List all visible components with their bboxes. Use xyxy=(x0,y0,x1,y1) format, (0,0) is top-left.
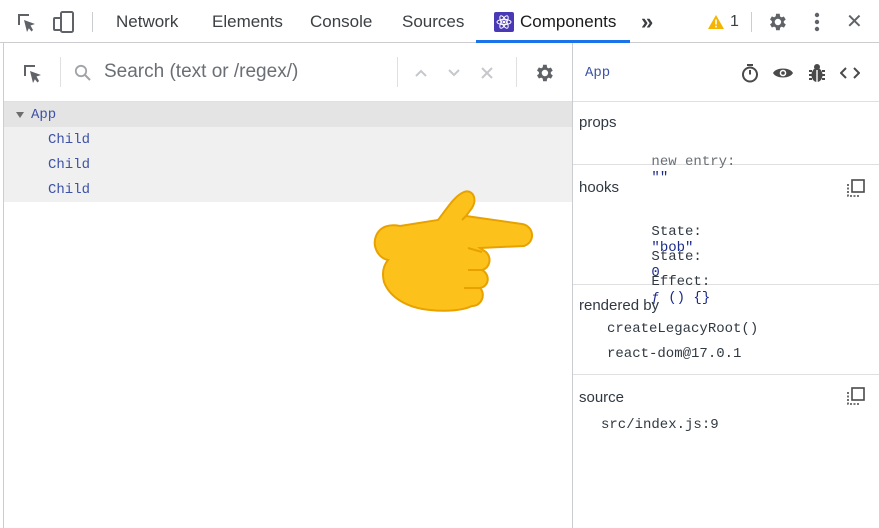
component-search-bar xyxy=(4,43,572,102)
search-input[interactable] xyxy=(104,57,394,87)
select-element-icon[interactable] xyxy=(20,61,44,85)
tab-label: Elements xyxy=(212,11,283,31)
stopwatch-icon[interactable] xyxy=(739,62,761,84)
tab-console[interactable]: Console xyxy=(310,0,372,43)
tab-label: Network xyxy=(116,11,179,31)
more-tabs-label: » xyxy=(641,8,654,34)
renderer-item[interactable]: createLegacyRoot() xyxy=(607,321,758,337)
collapse-triangle-icon[interactable] xyxy=(16,111,24,118)
tab-label: Sources xyxy=(402,11,465,31)
source-location[interactable]: src/index.js:9 xyxy=(601,417,719,433)
bug-icon[interactable] xyxy=(806,62,828,84)
tab-network[interactable]: Network xyxy=(116,0,178,43)
warning-count: 1 xyxy=(730,12,739,30)
warning-icon xyxy=(708,14,724,29)
code-icon[interactable] xyxy=(839,62,861,84)
tree-row-child[interactable]: Child xyxy=(4,127,572,152)
settings-gear-icon[interactable] xyxy=(532,61,556,85)
clear-icon[interactable] xyxy=(475,61,499,85)
tab-label: Components xyxy=(520,11,617,31)
more-tabs-button[interactable]: » xyxy=(641,0,653,43)
tree-row-child[interactable]: Child xyxy=(4,152,572,177)
chevron-up-icon[interactable] xyxy=(409,61,433,85)
inspector-pane: App props new entry: "" hooks State: "bo… xyxy=(573,43,879,528)
chevron-down-icon[interactable] xyxy=(442,61,466,85)
tree-row-app[interactable]: App xyxy=(4,102,572,127)
tab-elements[interactable]: Elements xyxy=(212,0,283,43)
kebab-menu-icon[interactable] xyxy=(805,10,829,34)
close-button[interactable]: ✕ xyxy=(846,0,863,43)
pointing-hand-emoji xyxy=(373,190,533,312)
section-title: props xyxy=(579,114,617,131)
react-logo-icon xyxy=(494,11,514,32)
tab-sources[interactable]: Sources xyxy=(402,0,464,43)
device-toggle-icon[interactable] xyxy=(52,10,76,34)
renderer-item: react-dom@17.0.1 xyxy=(607,346,742,362)
devtools-tab-bar: Network Elements Console Sources Compone… xyxy=(0,0,879,43)
copy-icon[interactable] xyxy=(845,177,867,199)
copy-source-icon[interactable] xyxy=(845,385,867,407)
component-name: Child xyxy=(48,131,91,148)
rendered-by-section: rendered by createLegacyRoot() react-dom… xyxy=(573,285,879,375)
section-title: hooks xyxy=(579,179,620,196)
warnings-button[interactable]: 1 xyxy=(707,0,739,43)
inspector-header: App xyxy=(573,43,879,102)
component-tree: App Child Child Child xyxy=(4,102,572,202)
hooks-section: hooks State: "bob" State: 0 Effect: ƒ ()… xyxy=(573,165,879,306)
eye-icon[interactable] xyxy=(772,62,794,84)
section-title: source xyxy=(579,389,625,406)
tab-label: Console xyxy=(310,11,373,31)
gear-icon[interactable] xyxy=(765,10,789,34)
search-icon xyxy=(71,61,95,85)
close-icon: ✕ xyxy=(846,11,863,33)
source-section: source src/index.js:9 xyxy=(573,375,879,445)
component-name: App xyxy=(31,106,57,123)
section-title: rendered by xyxy=(579,297,660,314)
component-name: Child xyxy=(48,181,91,198)
cursor-select-icon[interactable] xyxy=(14,10,38,34)
component-name: Child xyxy=(48,156,91,173)
selected-component-title: App xyxy=(585,65,611,81)
props-section: props new entry: "" xyxy=(573,102,879,186)
tab-components[interactable]: Components xyxy=(494,0,616,43)
